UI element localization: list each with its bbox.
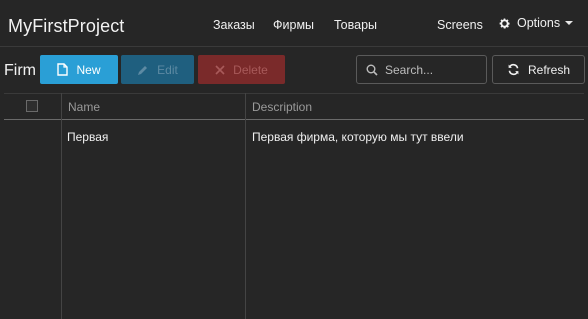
brand-title[interactable]: MyFirstProject bbox=[8, 16, 124, 37]
search-icon bbox=[366, 64, 378, 76]
nav-item-products[interactable]: Товары bbox=[334, 18, 377, 32]
document-icon bbox=[57, 63, 69, 76]
data-table: Name Description Первая Первая фирма, ко… bbox=[4, 93, 584, 319]
refresh-icon bbox=[508, 63, 519, 76]
options-dropdown[interactable]: Options bbox=[498, 16, 574, 30]
nav-item-screens[interactable]: Screens bbox=[437, 18, 483, 32]
nav-item-firms[interactable]: Фирмы bbox=[273, 18, 314, 32]
table-row[interactable]: Первая Первая фирма, которую мы тут ввел… bbox=[4, 120, 584, 148]
options-label: Options bbox=[517, 16, 561, 30]
new-button-label: New bbox=[76, 62, 101, 77]
column-header-name[interactable]: Name bbox=[68, 100, 100, 114]
top-navbar: MyFirstProject Заказы Фирмы Товары Scree… bbox=[0, 0, 588, 52]
caret-down-icon bbox=[565, 21, 574, 25]
search-input[interactable] bbox=[385, 62, 475, 77]
column-header-description[interactable]: Description bbox=[252, 100, 312, 114]
gear-icon bbox=[499, 17, 510, 29]
nav-item-orders[interactable]: Заказы bbox=[213, 18, 255, 32]
cell-description: Первая фирма, которую мы тут ввели bbox=[252, 130, 464, 144]
search-box[interactable] bbox=[356, 55, 487, 84]
header-divider bbox=[0, 46, 588, 47]
new-button[interactable]: New bbox=[40, 55, 118, 84]
refresh-button[interactable]: Refresh bbox=[492, 55, 585, 84]
delete-button-label: Delete bbox=[233, 62, 268, 77]
edit-button[interactable]: Edit bbox=[121, 55, 194, 84]
table-header: Name Description bbox=[4, 93, 584, 120]
pencil-icon bbox=[138, 65, 148, 75]
page-title: Firm bbox=[4, 62, 36, 79]
refresh-button-label: Refresh bbox=[527, 62, 571, 77]
close-icon bbox=[215, 64, 225, 75]
delete-button[interactable]: Delete bbox=[198, 55, 285, 84]
select-all-checkbox[interactable] bbox=[26, 100, 38, 112]
edit-button-label: Edit bbox=[157, 62, 178, 77]
cell-name: Первая bbox=[67, 130, 109, 144]
